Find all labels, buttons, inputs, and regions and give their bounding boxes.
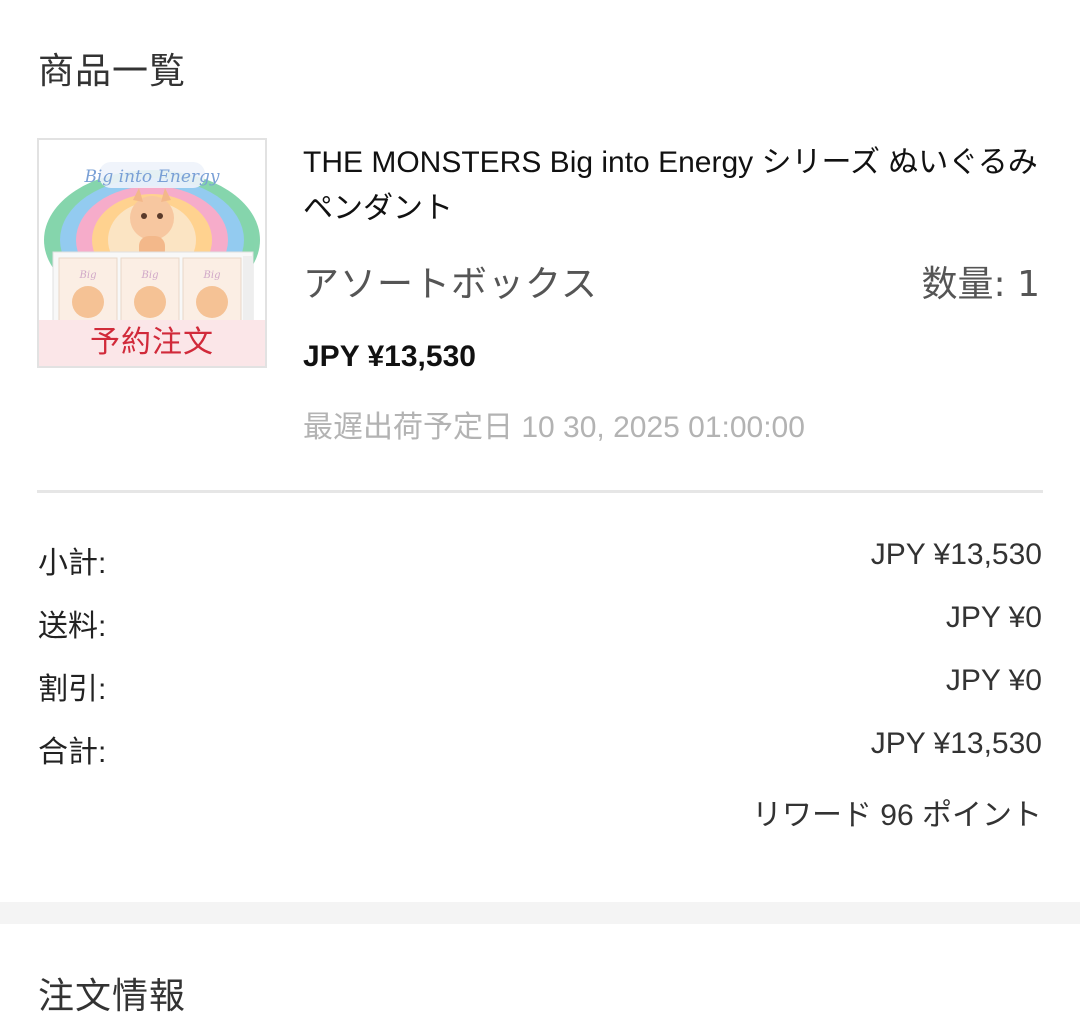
- product-name[interactable]: THE MONSTERS Big into Energy シリーズ ぬいぐるみペ…: [303, 140, 1048, 232]
- subtotal-label: 小計:: [38, 547, 107, 580]
- order-info-section-title: 注文情報: [38, 976, 187, 1017]
- shipping-date: 最遅出荷予定日 10 30, 2025 01:00:00: [303, 411, 805, 444]
- svg-text:Big: Big: [141, 270, 159, 281]
- product-quantity: 数量: 1: [921, 264, 1040, 305]
- total-label: 合計:: [38, 736, 107, 769]
- products-section-title: 商品一覧: [38, 51, 187, 92]
- subtotal-value: JPY ¥13,530: [870, 538, 1042, 571]
- total-value: JPY ¥13,530: [870, 727, 1042, 760]
- shipping-value: JPY ¥0: [945, 601, 1042, 634]
- subtotal-row: 小計: JPY ¥13,530: [38, 538, 1042, 580]
- discount-label: 割引:: [38, 673, 107, 706]
- discount-row: 割引: JPY ¥0: [38, 664, 1042, 706]
- product-price: JPY ¥13,530: [303, 340, 476, 373]
- product-variant: アソートボックス: [303, 264, 598, 305]
- section-separator: [0, 902, 1080, 924]
- discount-value: JPY ¥0: [945, 664, 1042, 697]
- preorder-badge: 予約注文: [39, 320, 265, 366]
- reward-points: リワード 96 ポイント: [751, 799, 1042, 832]
- svg-text:Big: Big: [79, 270, 97, 281]
- total-row: 合計: JPY ¥13,530: [38, 727, 1042, 769]
- svg-text:Big: Big: [203, 270, 221, 281]
- shipping-label: 送料:: [38, 610, 107, 643]
- divider: [37, 490, 1043, 493]
- shipping-row: 送料: JPY ¥0: [38, 601, 1042, 643]
- image-logo-text: Big into Energy: [83, 167, 219, 187]
- product-thumbnail[interactable]: Big into Energy Big Big Big 予約注文: [37, 138, 267, 368]
